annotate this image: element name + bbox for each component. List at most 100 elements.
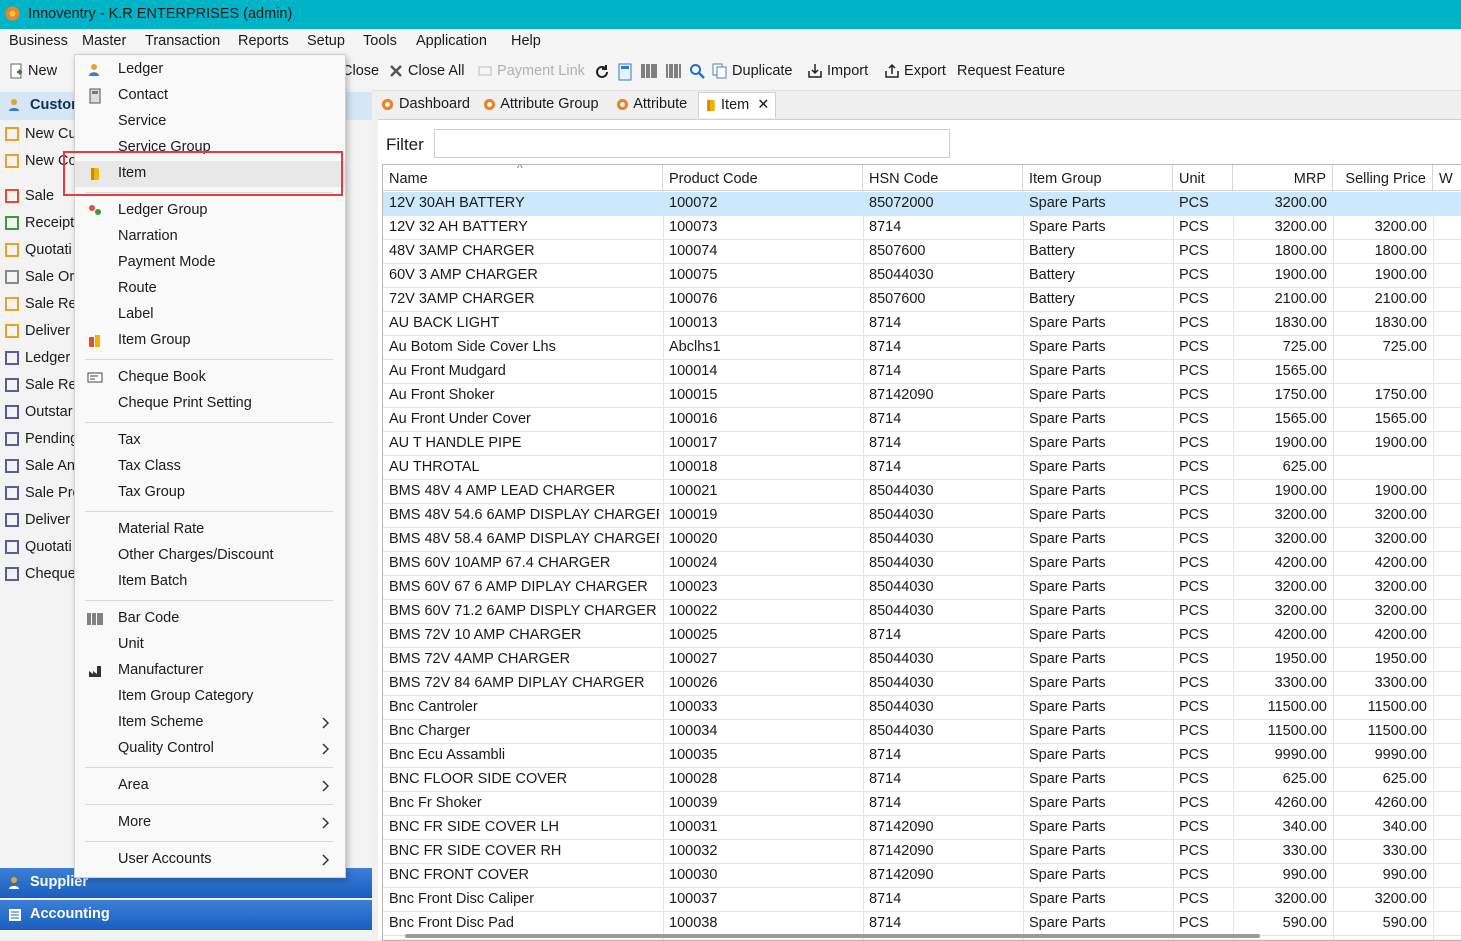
left-panel-item[interactable]: Sale Re <box>5 296 77 312</box>
table-row[interactable]: Bnc Front Disc Caliper 100037 8714 Spare Pa… <box>383 888 1461 912</box>
left-panel-item[interactable]: Cheque <box>5 566 76 582</box>
request-feature-button[interactable]: Request Feature <box>957 63 1065 79</box>
table-row[interactable]: BMS 60V 10AMP 67.4 CHARGER 100024 85044030… <box>383 552 1461 576</box>
table-row[interactable]: Au Botom Side Cover Lhs Abclhs1 8714 Spare … <box>383 336 1461 360</box>
table-row[interactable]: BMS 48V 58.4 6AMP DISPLAY CHARGER 100020 8… <box>383 528 1461 552</box>
left-panel-item[interactable]: Sale An <box>5 458 75 474</box>
left-panel-item[interactable]: Sale Or <box>5 269 74 285</box>
column-header-unit[interactable]: Unit <box>1173 165 1233 191</box>
menu-item-payment-mode[interactable]: Payment Mode <box>75 250 345 276</box>
column-header-item-group[interactable]: Item Group <box>1023 165 1173 191</box>
menu-reports[interactable]: Reports <box>238 33 289 49</box>
left-panel-item[interactable]: Quotati <box>5 539 72 555</box>
menu-item-other-charges-discount[interactable]: Other Charges/Discount <box>75 543 345 569</box>
table-row[interactable]: Au Front Shoker 100015 87142090 Spare Parts… <box>383 384 1461 408</box>
tab-item[interactable]: Item ✕ <box>698 92 777 118</box>
table-row[interactable]: BNC FR SIDE COVER LH 100031 87142090 Spare … <box>383 816 1461 840</box>
menu-item-route[interactable]: Route <box>75 276 345 302</box>
table-row[interactable]: Bnc Ecu Assambli 100035 8714 Spare Parts PCS… <box>383 744 1461 768</box>
menu-business[interactable]: Business <box>9 33 68 49</box>
refresh-icon[interactable] <box>593 63 611 81</box>
menu-item-item-scheme[interactable]: Item Scheme <box>75 710 345 736</box>
table-row[interactable]: Bnc Fr Shoker 100039 8714 Spare Parts PCS 426… <box>383 792 1461 816</box>
column-header-selling-price[interactable]: Selling Price <box>1333 165 1433 191</box>
left-panel-item[interactable]: Pending <box>5 431 78 447</box>
table-row[interactable]: BMS 72V 84 6AMP DIPLAY CHARGER 100026 8504… <box>383 672 1461 696</box>
menu-item-item-batch[interactable]: Item Batch <box>75 569 345 595</box>
column-header-product-code[interactable]: Product Code <box>663 165 863 191</box>
table-row[interactable]: BNC FRONT COVER 100030 87142090 Spare Parts… <box>383 864 1461 888</box>
column-header-w[interactable]: W <box>1433 165 1461 191</box>
left-panel-item[interactable]: Receipt <box>5 215 74 231</box>
left-panel-item[interactable]: Sale Re <box>5 377 77 393</box>
menu-transaction[interactable]: Transaction <box>145 33 220 49</box>
table-row[interactable]: 72V 3AMP CHARGER 100076 8507600 Battery PCS 2… <box>383 288 1461 312</box>
menu-item-ledger[interactable]: Ledger <box>75 57 345 83</box>
table-row[interactable]: BNC FLOOR SIDE COVER 100028 8714 Spare Part… <box>383 768 1461 792</box>
table-row[interactable]: Bnc Cantroler 100033 85044030 Spare Parts PC… <box>383 696 1461 720</box>
menu-item-service[interactable]: Service <box>75 109 345 135</box>
menu-item-item-group-category[interactable]: Item Group Category <box>75 684 345 710</box>
close-button[interactable]: Close <box>342 63 379 79</box>
table-row[interactable]: 12V 30AH BATTERY 100072 85072000 Spare Part… <box>383 192 1461 216</box>
menu-item-unit[interactable]: Unit <box>75 632 345 658</box>
table-row[interactable]: 48V 3AMP CHARGER 100074 8507600 Battery PCS 1… <box>383 240 1461 264</box>
menu-item-user-accounts[interactable]: User Accounts <box>75 847 345 873</box>
close-tab-icon[interactable]: ✕ <box>757 97 769 113</box>
left-panel-item[interactable]: New Cu <box>5 126 77 142</box>
left-panel-item[interactable]: Sale Pro <box>5 485 81 501</box>
payment-link-button[interactable]: Payment Link <box>477 63 585 79</box>
table-row[interactable]: BMS 60V 71.2 6AMP DISPLY CHARGER 100022 85… <box>383 600 1461 624</box>
menu-item-quality-control[interactable]: Quality Control <box>75 736 345 762</box>
menu-item-tax-class[interactable]: Tax Class <box>75 454 345 480</box>
left-panel-item[interactable]: Quotati <box>5 242 72 258</box>
column-header-name[interactable]: Name ^ <box>383 165 663 191</box>
barcode-print-icon[interactable] <box>666 64 682 78</box>
new-button[interactable]: New <box>8 63 57 79</box>
table-row[interactable]: 12V 32 AH BATTERY 100073 8714 Spare Parts PC… <box>383 216 1461 240</box>
menu-item-material-rate[interactable]: Material Rate <box>75 517 345 543</box>
left-panel-item[interactable]: Deliver <box>5 323 70 339</box>
table-row[interactable]: BMS 48V 4 AMP LEAD CHARGER 100021 85044030… <box>383 480 1461 504</box>
table-row[interactable]: BMS 72V 10 AMP CHARGER 100025 8714 Spare Pa… <box>383 624 1461 648</box>
import-button[interactable]: Import <box>807 63 868 79</box>
left-panel-item[interactable]: Deliver <box>5 512 70 528</box>
table-row[interactable]: Au Front Under Cover 100016 8714 Spare Part… <box>383 408 1461 432</box>
column-header-mrp[interactable]: MRP <box>1233 165 1333 191</box>
menu-item-manufacturer[interactable]: Manufacturer <box>75 658 345 684</box>
menu-setup[interactable]: Setup <box>307 33 345 49</box>
table-row[interactable]: BMS 48V 54.6 6AMP DISPLAY CHARGER 100019 8… <box>383 504 1461 528</box>
table-row[interactable]: 60V 3 AMP CHARGER 100075 85044030 Battery PC… <box>383 264 1461 288</box>
menu-item-cheque-print-setting[interactable]: Cheque Print Setting <box>75 391 345 417</box>
menu-item-contact[interactable]: Contact <box>75 83 345 109</box>
export-button[interactable]: Export <box>884 63 946 79</box>
menu-item-item-group[interactable]: Item Group <box>75 328 345 354</box>
menu-item-area[interactable]: Area <box>75 773 345 799</box>
menu-item-cheque-book[interactable]: Cheque Book <box>75 365 345 391</box>
menu-item-ledger-group[interactable]: Ledger Group <box>75 198 345 224</box>
duplicate-button[interactable]: Duplicate <box>712 63 792 79</box>
table-row[interactable]: BNC FR SIDE COVER RH 100032 87142090 Spare … <box>383 840 1461 864</box>
menu-item-tax-group[interactable]: Tax Group <box>75 480 345 506</box>
menu-item-bar-code[interactable]: Bar Code <box>75 606 345 632</box>
accounting-section[interactable]: Accounting <box>0 900 372 930</box>
column-header-hsn-code[interactable]: HSN Code <box>863 165 1023 191</box>
menu-help[interactable]: Help <box>511 33 541 49</box>
table-row[interactable]: AU THROTAL 100018 8714 Spare Parts PCS 625.00 <box>383 456 1461 480</box>
table-row[interactable]: Au Front Mudgard 100014 8714 Spare Parts PCS… <box>383 360 1461 384</box>
search-icon[interactable] <box>689 63 705 79</box>
menu-item-more[interactable]: More <box>75 810 345 836</box>
menu-application[interactable]: Application <box>416 33 487 49</box>
left-panel-item[interactable]: Ledger <box>5 350 70 366</box>
menu-item-narration[interactable]: Narration <box>75 224 345 250</box>
tab-dashboard[interactable]: Dashboard <box>380 96 470 112</box>
left-panel-item[interactable]: Sale <box>5 188 54 204</box>
menu-tools[interactable]: Tools <box>363 33 397 49</box>
left-panel-item[interactable]: Outstar <box>5 404 73 420</box>
tab-attribute-group[interactable]: Attribute Group <box>482 96 599 112</box>
table-row[interactable]: AU T HANDLE PIPE 100017 8714 Spare Parts PCS… <box>383 432 1461 456</box>
calculator-icon[interactable] <box>618 63 632 81</box>
menu-item-tax[interactable]: Tax <box>75 428 345 454</box>
close-all-button[interactable]: Close All <box>388 63 464 79</box>
table-row[interactable]: Bnc Front Disc Pad 100038 8714 Spare Parts P… <box>383 912 1461 936</box>
